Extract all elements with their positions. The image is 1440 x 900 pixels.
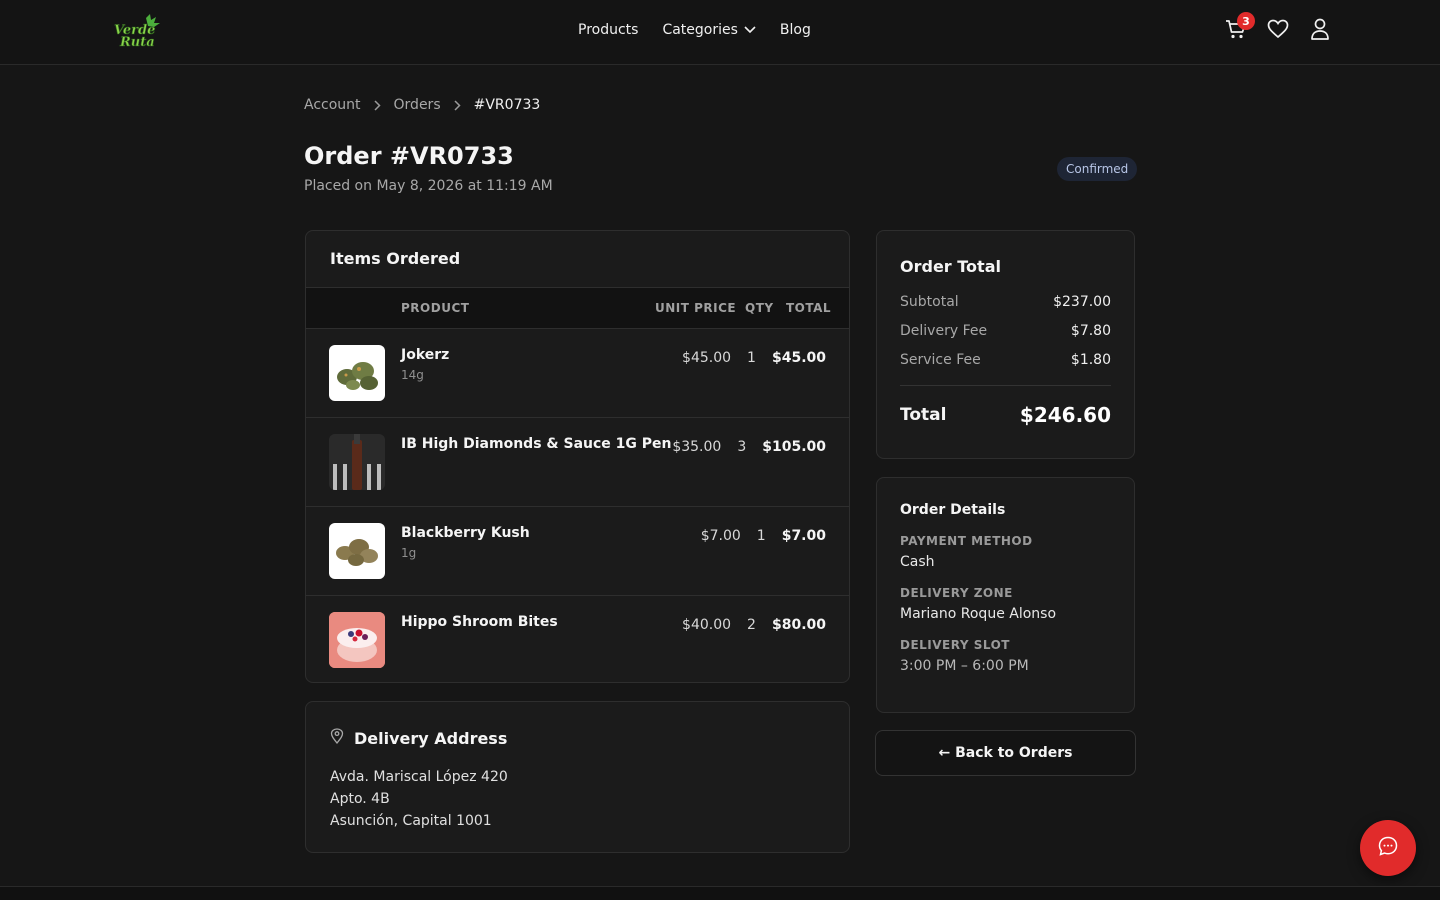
- divider: [900, 385, 1111, 386]
- col-total: TOTAL: [786, 301, 832, 315]
- address-lines: Avda. Mariscal López 420 Apto. 4B Asunci…: [330, 766, 825, 832]
- product-name[interactable]: Hippo Shroom Bites: [401, 614, 558, 630]
- order-total-heading: Order Total: [900, 257, 1001, 276]
- product-variant: 14g: [401, 368, 424, 382]
- wishlist-button[interactable]: [1264, 16, 1292, 46]
- table-row: IB High Diamonds & Sauce 1G Pen $35.00 3…: [306, 418, 849, 507]
- heart-icon: [1267, 19, 1289, 43]
- delivery-fee-row: Delivery Fee $7.80: [900, 323, 1111, 339]
- address-line-2: Apto. 4B: [330, 791, 390, 807]
- items-ordered-heading: Items Ordered: [306, 231, 849, 288]
- nav-blog[interactable]: Blog: [780, 22, 811, 38]
- unit-price: $7.00: [700, 528, 741, 544]
- delivery-slot-value: 3:00 PM – 6:00 PM: [900, 658, 1029, 674]
- svg-text:Ruta: Ruta: [119, 35, 155, 50]
- map-pin-icon: [330, 728, 344, 748]
- nav-blog-label: Blog: [779, 22, 811, 38]
- user-icon: [1310, 18, 1330, 44]
- delivery-address-card: Delivery Address Avda. Mariscal López 42…: [305, 701, 850, 853]
- total-label: Total: [900, 405, 947, 425]
- chevron-right-icon: [374, 99, 381, 111]
- subtotal-label: Subtotal: [900, 294, 959, 310]
- unit-price: $45.00: [682, 350, 732, 366]
- table-row: Jokerz 14g $45.00 1 $45.00: [306, 329, 849, 418]
- quantity: 3: [737, 439, 747, 455]
- line-total: $105.00: [762, 439, 826, 455]
- quantity: 1: [747, 350, 756, 366]
- product-name[interactable]: Jokerz: [401, 347, 449, 363]
- nav-categories-label: Categories: [662, 22, 738, 38]
- subtotal-row: Subtotal $237.00: [900, 294, 1111, 310]
- footer-strip: [0, 886, 1440, 900]
- col-unit-price: UNIT PRICE: [655, 301, 737, 315]
- chevron-down-icon: [744, 22, 756, 38]
- product-image[interactable]: [329, 523, 385, 579]
- subtotal-value: $237.00: [1053, 294, 1111, 310]
- order-placed-date: Placed on May 8, 2026 at 11:19 AM: [304, 178, 553, 194]
- address-line-3: Asunción, Capital 1001: [330, 813, 492, 829]
- delivery-address-heading-row: Delivery Address: [330, 728, 825, 748]
- brand-logo[interactable]: Verde Ruta: [110, 14, 164, 50]
- line-total: $45.00: [771, 350, 826, 366]
- breadcrumb-orders[interactable]: Orders: [394, 97, 441, 113]
- quantity: 2: [747, 617, 756, 633]
- quantity: 1: [756, 528, 766, 544]
- total-value: $246.60: [1019, 403, 1111, 427]
- nav-products-label: Products: [578, 22, 639, 38]
- payment-method-label: PAYMENT METHOD: [900, 534, 1033, 548]
- product-prices: $7.00 1 $7.00: [701, 528, 826, 544]
- header-actions: 3: [1222, 12, 1334, 46]
- service-fee-value: $1.80: [1070, 352, 1111, 368]
- line-total: $7.00: [781, 528, 826, 544]
- delivery-fee-label: Delivery Fee: [900, 323, 988, 339]
- top-navbar: Verde Ruta Products Categories Blog 3: [0, 0, 1440, 65]
- account-button[interactable]: [1306, 16, 1334, 46]
- table-row: Hippo Shroom Bites $40.00 2 $80.00: [306, 596, 849, 682]
- chat-button[interactable]: [1360, 820, 1416, 876]
- order-total-card: Order Total Subtotal $237.00 Delivery Fe…: [876, 230, 1135, 459]
- col-qty: QTY: [745, 301, 774, 315]
- breadcrumb: Account Orders #VR0733: [304, 97, 540, 113]
- main-nav: Products Categories Blog: [578, 22, 811, 38]
- order-details-card: Order Details PAYMENT METHOD Cash DELIVE…: [876, 477, 1135, 713]
- product-image[interactable]: [329, 612, 385, 668]
- delivery-address-heading: Delivery Address: [354, 728, 508, 748]
- product-name[interactable]: Blackberry Kush: [401, 525, 530, 541]
- col-product: PRODUCT: [401, 301, 470, 315]
- chat-bubble-icon: [1377, 835, 1399, 861]
- table-row: Blackberry Kush 1g $7.00 1 $7.00: [306, 507, 849, 596]
- product-prices: $45.00 1 $45.00: [682, 350, 826, 366]
- payment-method-value: Cash: [900, 554, 935, 570]
- service-fee-label: Service Fee: [900, 352, 981, 368]
- items-table-header: PRODUCT UNIT PRICE QTY TOTAL: [306, 288, 849, 329]
- grand-total-row: Total $246.60: [900, 403, 1111, 427]
- product-image[interactable]: [329, 345, 385, 401]
- delivery-slot-label: DELIVERY SLOT: [900, 638, 1010, 652]
- delivery-zone-label: DELIVERY ZONE: [900, 586, 1013, 600]
- delivery-zone-value: Mariano Roque Alonso: [900, 606, 1057, 622]
- product-variant: 1g: [401, 546, 417, 560]
- unit-price: $35.00: [672, 439, 722, 455]
- product-prices: $35.00 3 $105.00: [672, 439, 826, 455]
- line-total: $80.00: [771, 617, 826, 633]
- cart-count-badge: 3: [1237, 12, 1255, 30]
- breadcrumb-current: #VR0733: [473, 97, 541, 113]
- product-name[interactable]: IB High Diamonds & Sauce 1G Pen: [401, 436, 671, 452]
- back-to-orders-button[interactable]: ← Back to Orders: [875, 730, 1136, 776]
- nav-categories[interactable]: Categories: [662, 22, 756, 38]
- service-fee-row: Service Fee $1.80: [900, 352, 1111, 368]
- cart-button[interactable]: 3: [1222, 12, 1255, 46]
- address-line-1: Avda. Mariscal López 420: [330, 769, 508, 785]
- status-badge: Confirmed: [1057, 157, 1138, 181]
- order-details-heading: Order Details: [900, 502, 1006, 518]
- page-title: Order #VR0733: [304, 142, 514, 170]
- chevron-right-icon: [454, 99, 461, 111]
- product-prices: $40.00 2 $80.00: [682, 617, 826, 633]
- product-image[interactable]: [329, 434, 385, 490]
- nav-products[interactable]: Products: [578, 22, 638, 38]
- items-ordered-card: Items Ordered PRODUCT UNIT PRICE QTY TOT…: [305, 230, 850, 683]
- unit-price: $40.00: [682, 617, 732, 633]
- delivery-fee-value: $7.80: [1070, 323, 1111, 339]
- breadcrumb-account[interactable]: Account: [304, 97, 361, 113]
